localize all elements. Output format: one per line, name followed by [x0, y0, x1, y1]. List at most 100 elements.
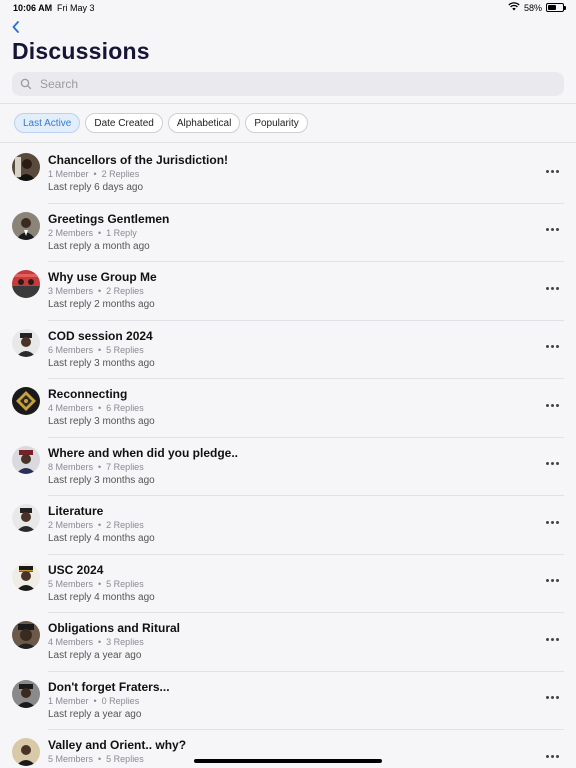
member-count: 2 Members — [48, 227, 94, 238]
avatar — [12, 328, 40, 357]
more-options-button[interactable] — [545, 518, 559, 526]
battery-icon — [546, 3, 566, 12]
more-options-button[interactable] — [545, 226, 559, 234]
member-count: 8 Members — [48, 461, 94, 472]
discussion-title: COD session 2024 — [48, 328, 153, 343]
separator-dot: • — [98, 403, 102, 413]
separator-dot: • — [98, 227, 102, 238]
filter-popularity[interactable]: Popularity — [245, 113, 308, 133]
more-options-button[interactable] — [545, 343, 559, 351]
battery-level — [548, 5, 557, 10]
filter-date-created[interactable]: Date Created — [85, 113, 163, 133]
avatar — [12, 270, 40, 298]
member-count: 1 Member — [48, 695, 89, 706]
avatar — [12, 621, 40, 649]
discussion-stats: 1 Member • 2 Replies — [48, 169, 139, 179]
more-options-button[interactable] — [545, 694, 559, 702]
member-count: 4 Members — [48, 403, 94, 413]
status-date: Fri May 3 — [57, 3, 95, 13]
search-icon — [20, 78, 32, 90]
more-options-button[interactable] — [545, 284, 559, 292]
discussion-row[interactable]: COD session 2024 6 Members • 5 Replies Las… — [0, 321, 576, 380]
discussion-title: Valley and Orient.. why? — [48, 738, 187, 752]
discussion-row[interactable]: Don't forget Fraters... 1 Member • 0 Repli… — [0, 672, 576, 731]
discussion-list: Chancellors of the Jurisdiction! 1 Membe… — [0, 145, 576, 768]
discussion-title: USC 2024 — [48, 562, 104, 577]
last-reply: Last reply 2 months ago — [48, 299, 155, 310]
last-reply: Last reply 4 months ago — [48, 591, 155, 603]
discussion-stats: 2 Members • 1 Reply — [48, 228, 137, 238]
discussion-title: Reconnecting — [48, 387, 128, 401]
discussion-row[interactable]: Reconnecting 4 Members • 6 Replies Last re… — [0, 379, 576, 438]
more-options-button[interactable] — [545, 752, 559, 760]
member-count: 5 Members — [48, 754, 94, 764]
discussion-row[interactable]: Chancellors of the Jurisdiction! 1 Membe… — [0, 145, 576, 204]
discussion-stats: 1 Member • 0 Replies — [48, 696, 139, 706]
member-count: 1 Member — [48, 169, 89, 179]
status-indicators: 58% — [508, 2, 566, 13]
discussion-title: Obligations and Ritural — [48, 621, 181, 635]
more-options-button[interactable] — [545, 577, 559, 585]
last-reply: Last reply 3 months ago — [48, 416, 155, 427]
separator-dot: • — [93, 695, 97, 706]
wifi-icon — [508, 2, 520, 13]
search-bar[interactable] — [12, 72, 564, 96]
more-options-button[interactable] — [545, 460, 559, 468]
avatar — [12, 562, 40, 591]
filter-last-active[interactable]: Last Active — [14, 113, 81, 133]
divider — [0, 103, 576, 104]
home-indicator[interactable] — [194, 759, 382, 763]
discussion-stats: 5 Members • 5 Replies — [48, 754, 144, 764]
discussion-row[interactable]: Literature 2 Members • 2 Replies Last repl… — [0, 496, 576, 555]
avatar — [12, 504, 40, 532]
discussion-row[interactable]: Why use Group Me 3 Members • 2 Replies Las… — [0, 262, 576, 321]
discussion-stats: 8 Members • 7 Replies — [48, 462, 144, 472]
avatar — [12, 387, 40, 415]
last-reply: Last reply 3 months ago — [48, 474, 155, 486]
status-time: 10:06 AM — [13, 3, 53, 13]
discussion-stats: 4 Members • 3 Replies — [48, 637, 144, 647]
discussion-row[interactable]: Where and when did you pledge.. 8 Member… — [0, 438, 576, 497]
last-reply: Last reply 4 months ago — [48, 533, 155, 544]
discussion-stats: 2 Members • 2 Replies — [48, 520, 144, 530]
more-options-button[interactable] — [545, 635, 559, 643]
last-reply: Last reply a year ago — [48, 708, 142, 720]
search-input[interactable] — [40, 77, 540, 91]
filter-alphabetical[interactable]: Alphabetical — [167, 113, 241, 133]
back-button[interactable] — [8, 19, 24, 35]
member-count: 6 Members — [48, 344, 94, 355]
reply-count: 5 Replies — [106, 344, 144, 355]
last-reply: Last reply 3 months ago — [48, 357, 155, 369]
battery-percentage: 58% — [523, 2, 542, 13]
page-title: Discussions — [12, 38, 150, 64]
discussion-row[interactable]: Obligations and Ritural 4 Members • 3 Repl… — [0, 613, 576, 672]
avatar — [12, 153, 40, 181]
last-reply: Last reply a month ago — [48, 240, 150, 252]
discussion-stats: 4 Members • 6 Replies — [48, 403, 144, 413]
reply-count: 2 Replies — [101, 169, 140, 179]
reply-count: 2 Replies — [106, 286, 144, 296]
reply-count: 7 Replies — [106, 461, 144, 472]
member-count: 2 Members — [48, 520, 94, 530]
discussion-row[interactable]: USC 2024 5 Members • 5 Replies Last reply … — [0, 555, 576, 614]
discussion-row[interactable]: Greetings Gentlemen 2 Members • 1 Reply La… — [0, 204, 576, 263]
more-options-button[interactable] — [545, 167, 559, 175]
separator-dot: • — [98, 344, 102, 355]
discussion-title: Don't forget Fraters... — [48, 679, 170, 694]
separator-dot: • — [98, 520, 102, 530]
separator-dot: • — [98, 754, 102, 764]
member-count: 5 Members — [48, 578, 94, 589]
reply-count: 3 Replies — [106, 637, 144, 647]
separator-dot: • — [98, 637, 102, 647]
separator-dot: • — [93, 169, 97, 179]
discussion-title: Greetings Gentlemen — [48, 211, 170, 226]
sort-filter-chips: Last Active Date Created Alphabetical Po… — [14, 113, 308, 133]
reply-count: 1 Reply — [106, 227, 137, 238]
avatar — [12, 738, 40, 766]
separator-dot: • — [98, 286, 102, 296]
reply-count: 6 Replies — [106, 403, 144, 413]
divider — [0, 142, 576, 143]
discussion-stats: 6 Members • 5 Replies — [48, 345, 144, 355]
reply-count: 0 Replies — [101, 695, 140, 706]
more-options-button[interactable] — [545, 401, 559, 409]
